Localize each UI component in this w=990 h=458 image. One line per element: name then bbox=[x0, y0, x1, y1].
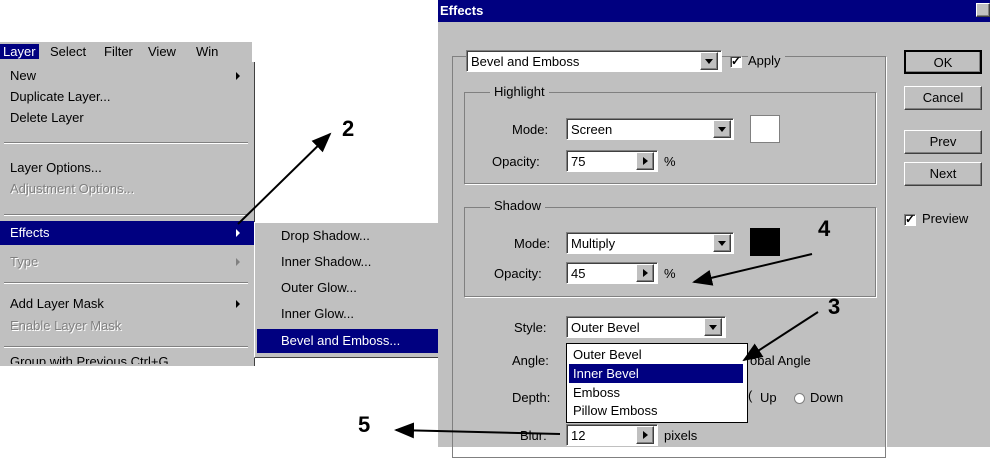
callout-number-2: 2 bbox=[342, 116, 355, 141]
callout-arrow-3 bbox=[742, 311, 819, 362]
callout-arrow-5 bbox=[394, 422, 561, 439]
callout-number-3: 3 bbox=[828, 294, 841, 319]
callout-arrow-2 bbox=[237, 132, 332, 225]
callout-arrow-4 bbox=[692, 253, 813, 286]
callout-arrows bbox=[237, 132, 819, 439]
callout-number-5: 5 bbox=[358, 412, 371, 437]
callout-number-4: 4 bbox=[818, 216, 831, 241]
